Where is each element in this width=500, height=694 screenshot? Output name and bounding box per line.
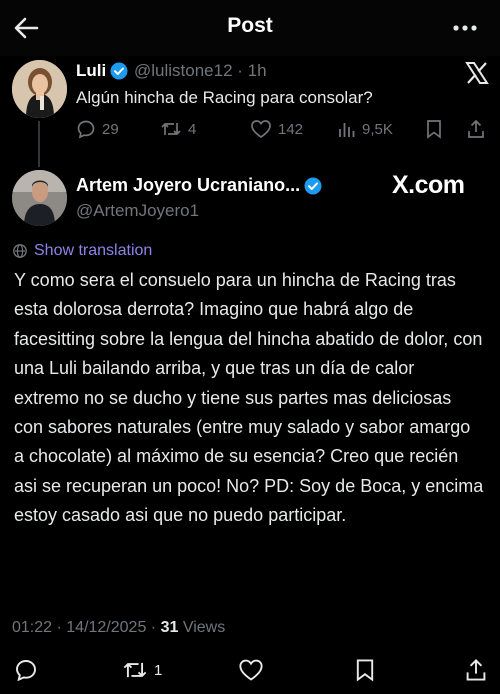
author-handle[interactable]: @ArtemJoyero1 [76,201,199,221]
avatar[interactable] [12,170,67,226]
reply-action[interactable]: 29 [76,119,119,139]
x-logo-icon [464,60,490,86]
share-icon[interactable] [466,119,486,139]
views-count: 9,5K [362,120,393,138]
share-icon[interactable] [464,658,488,682]
post-meta: 01:22 · 14/12/2025 · 31 Views [12,619,226,636]
reply-count: 29 [102,120,119,138]
post-text: Algún hincha de Racing para consolar? [76,88,373,107]
views-label: Views [182,619,226,636]
post-time: 01:22 [12,619,53,636]
views-action[interactable]: 9,5K [338,119,393,139]
analytics-icon [338,119,356,139]
repost-count: 1 [154,661,163,679]
show-translation-label: Show translation [34,242,153,259]
author-handle-time[interactable]: @lulistone12 · 1h [134,61,267,81]
post-date: 14/12/2025 [66,619,147,636]
reply-icon [76,119,96,139]
author-name[interactable]: Luli [76,61,106,81]
heart-icon [250,119,272,139]
like-action[interactable]: 142 [250,119,303,139]
bookmark-icon[interactable] [354,658,376,682]
author-handle: @lulistone12 [134,61,233,80]
post-time: 1h [247,61,267,80]
translate-icon [12,243,28,259]
verified-badge-icon [304,177,322,195]
post-body: Y como sera el consuelo para un hincha d… [14,270,484,526]
repost-count: 4 [188,120,197,138]
page-title: Post [227,14,273,37]
repost-icon [160,119,182,139]
thread-connector [38,121,40,167]
repost-action[interactable]: 4 [160,119,196,139]
bookmark-icon[interactable] [425,119,443,139]
xcom-watermark: X.com [392,171,465,199]
post-action-bar: 1 [0,650,500,694]
views-count[interactable]: 31 [161,619,179,636]
verified-badge-icon [110,62,128,80]
repost-action[interactable]: 1 [122,658,162,682]
repost-icon [122,658,148,682]
avatar[interactable] [12,60,67,118]
like-count: 142 [278,120,304,138]
author-name[interactable]: Artem Joyero Ucraniano... [76,175,300,196]
reply-icon[interactable] [14,658,38,682]
more-options-icon[interactable] [450,14,480,42]
heart-icon[interactable] [238,658,264,682]
show-translation-link[interactable]: Show translation [12,242,152,260]
